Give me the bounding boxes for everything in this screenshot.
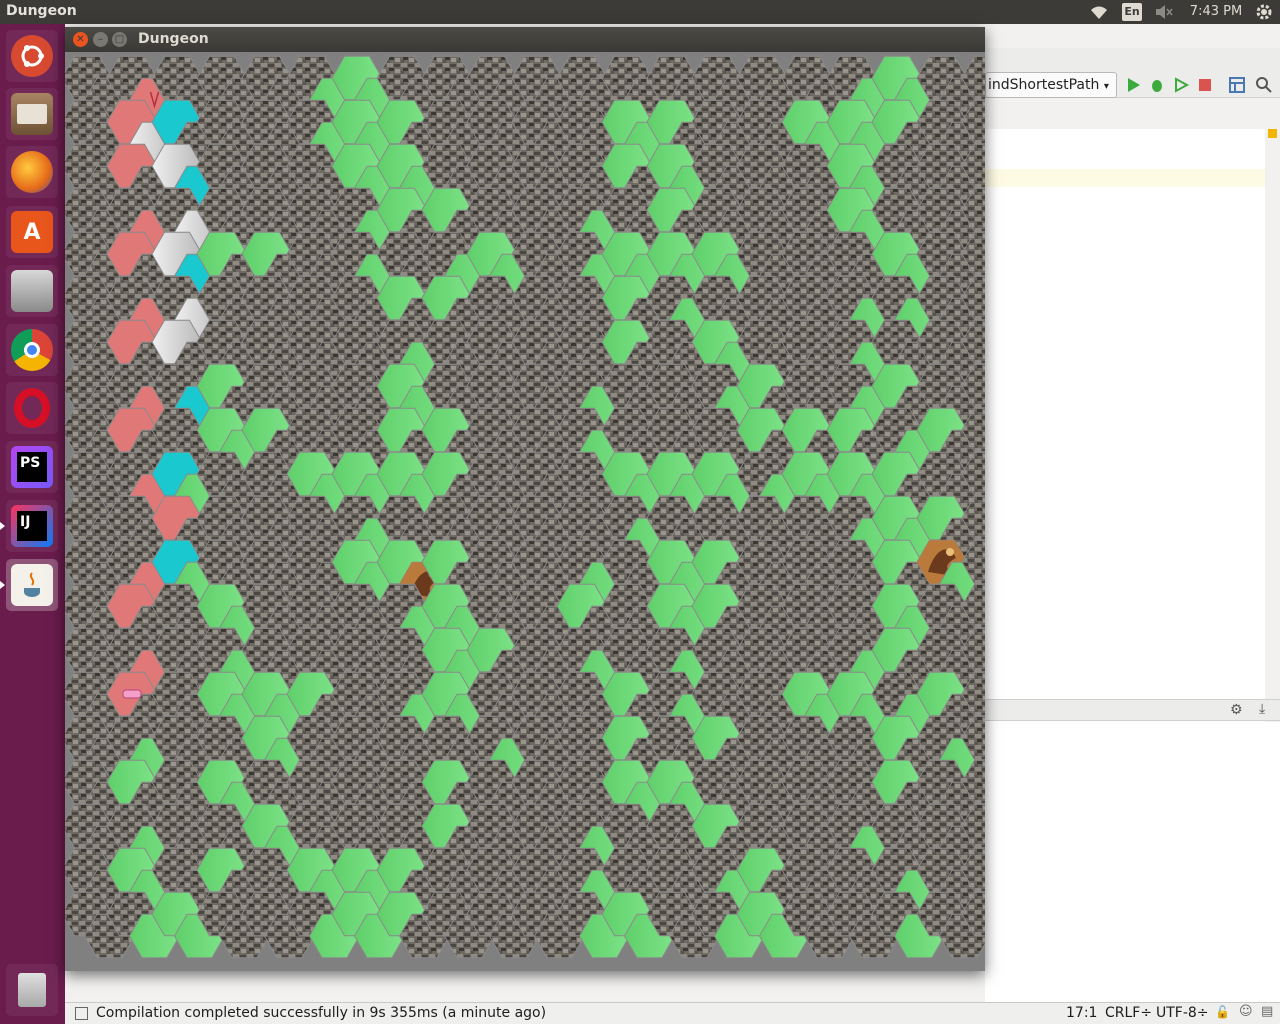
inspector-icon[interactable]: ☺ <box>1239 1004 1253 1019</box>
launcher-item-disk[interactable] <box>6 265 58 317</box>
run-configuration-select[interactable]: indShortestPath ▾ <box>985 72 1117 98</box>
files-icon <box>11 93 53 135</box>
launcher-item-files[interactable] <box>6 88 58 140</box>
hex-grid[interactable] <box>65 52 985 971</box>
java-icon <box>11 564 53 606</box>
keyboard-layout-indicator[interactable]: En <box>1122 3 1142 21</box>
running-indicator <box>0 522 5 530</box>
lock-icon[interactable]: 🔓 <box>1215 1005 1230 1019</box>
firefox-icon <box>11 151 53 193</box>
running-indicator <box>0 581 5 589</box>
dungeon-board[interactable] <box>65 52 985 971</box>
wifi-icon[interactable] <box>1089 4 1109 20</box>
trash-icon <box>11 969 53 1011</box>
stop-icon[interactable] <box>1196 76 1214 94</box>
search-icon[interactable] <box>1255 76 1273 94</box>
window-titlebar[interactable]: ✕ – □ Dungeon <box>65 27 985 52</box>
run-icon[interactable] <box>1124 76 1142 94</box>
file-encoding[interactable]: UTF-8÷ <box>1156 1005 1209 1021</box>
disk-icon <box>11 270 53 312</box>
launcher-item-phpstorm[interactable]: PS <box>6 441 58 493</box>
hide-icon[interactable]: ⤓ <box>1259 701 1265 717</box>
chevron-down-icon: ▾ <box>1103 81 1109 92</box>
opera-icon <box>11 387 53 429</box>
current-line-highlight <box>985 169 1265 187</box>
dungeon-window: ✕ – □ Dungeon <box>65 27 985 971</box>
volume-muted-icon[interactable] <box>1155 5 1173 19</box>
line-separator[interactable]: CRLF÷ <box>1105 1005 1152 1021</box>
coverage-icon[interactable] <box>1172 76 1190 94</box>
tool-window-header: ⚙ ⤓ <box>985 699 1280 721</box>
launcher-item-chrome[interactable] <box>6 324 58 376</box>
tool-window-content[interactable] <box>985 722 1280 1002</box>
ubuntu-dash-icon <box>11 35 53 77</box>
goal-key-icon <box>122 689 142 699</box>
launcher: A PS IJ <box>0 24 65 1024</box>
launcher-item-firefox[interactable] <box>6 146 58 198</box>
debug-icon[interactable] <box>1148 76 1166 94</box>
chrome-icon <box>11 329 53 371</box>
status-message[interactable]: Compilation completed successfully in 9s… <box>96 1005 546 1021</box>
close-button[interactable]: ✕ <box>73 32 88 47</box>
active-app-title: Dungeon <box>6 3 77 19</box>
warning-marker <box>1268 129 1277 138</box>
code-editor[interactable] <box>985 129 1277 729</box>
launcher-item-intellij[interactable]: IJ <box>0 500 58 552</box>
top-panel: Dungeon En 7:43 PM <box>0 0 1280 24</box>
launcher-item-software[interactable]: A <box>6 206 58 258</box>
gear-icon[interactable]: ⚙ <box>1230 702 1243 718</box>
cursor-position[interactable]: 17:1 <box>1066 1005 1097 1021</box>
launcher-item-trash[interactable] <box>6 964 58 1016</box>
maximize-button[interactable]: □ <box>112 32 127 47</box>
settings-gear-icon[interactable] <box>1255 3 1273 21</box>
window-title: Dungeon <box>138 31 209 47</box>
minimize-button[interactable]: – <box>93 32 108 47</box>
software-center-icon: A <box>11 211 53 253</box>
launcher-item-java[interactable] <box>0 559 58 611</box>
launcher-item-opera[interactable] <box>6 382 58 434</box>
intellij-icon: IJ <box>11 505 53 547</box>
phpstorm-icon: PS <box>11 446 53 488</box>
project-structure-icon[interactable] <box>1228 76 1246 94</box>
event-log-icon[interactable]: ▤ <box>1261 1004 1273 1019</box>
run-configuration-label: indShortestPath <box>988 77 1100 93</box>
status-bar: Compilation completed successfully in 9s… <box>65 1002 1280 1024</box>
launcher-item-dash[interactable] <box>6 30 58 82</box>
clock[interactable]: 7:43 PM <box>1186 0 1246 24</box>
ide-toolbar: indShortestPath ▾ <box>985 48 1280 98</box>
tool-windows-toggle-icon[interactable] <box>75 1007 88 1020</box>
